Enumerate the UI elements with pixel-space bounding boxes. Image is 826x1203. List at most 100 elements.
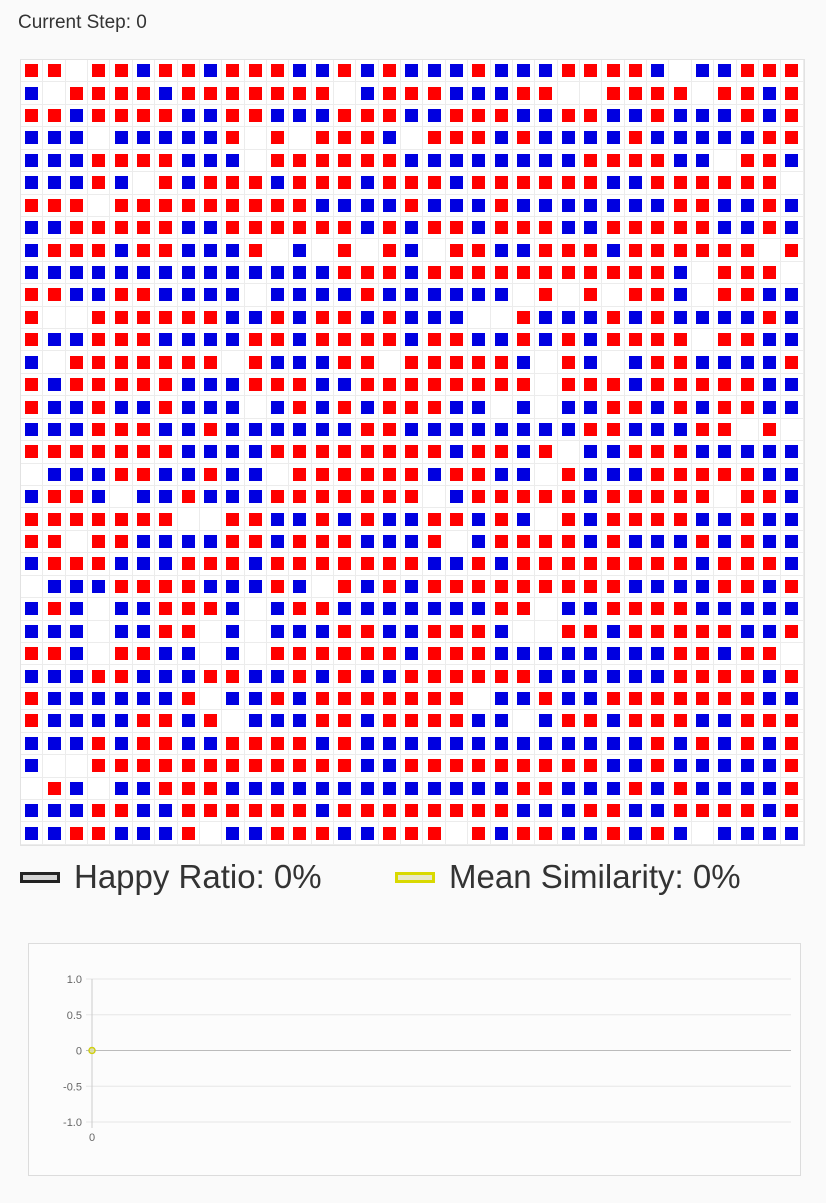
red-agent — [92, 535, 106, 549]
grid-cell — [244, 104, 267, 128]
grid-cell — [110, 172, 133, 195]
blue-agent — [136, 781, 150, 795]
grid-cell — [289, 665, 312, 688]
grid-cell — [781, 172, 804, 195]
grid-cell — [401, 665, 424, 688]
blue-agent — [763, 669, 777, 683]
grid-cell — [714, 710, 737, 733]
grid-cell — [445, 687, 469, 711]
grid-cell — [378, 822, 402, 845]
grid-cell — [512, 149, 536, 173]
legend-item-happy-ratio[interactable]: Happy Ratio: 0% — [20, 858, 322, 896]
red-agent — [248, 109, 262, 123]
grid-cell — [423, 642, 446, 666]
blue-agent — [427, 153, 441, 167]
grid-cell — [557, 216, 580, 240]
red-agent — [338, 64, 352, 78]
red-agent — [271, 490, 285, 504]
grid-cell — [691, 665, 715, 688]
blue-agent — [763, 288, 777, 302]
red-agent — [740, 692, 754, 706]
grid-cell — [266, 127, 290, 150]
grid-cell — [691, 755, 715, 778]
blue-agent — [494, 422, 508, 436]
blue-agent — [204, 64, 218, 78]
grid-cell — [222, 463, 245, 487]
y-tick-label: 1.0 — [67, 974, 82, 986]
blue-agent — [226, 422, 240, 436]
grid-cell — [311, 351, 335, 374]
blue-agent — [450, 153, 463, 167]
grid-cell — [21, 598, 44, 621]
red-agent — [651, 153, 665, 167]
grid-cell — [266, 172, 290, 195]
grid-cell — [736, 60, 759, 83]
blue-agent — [181, 333, 195, 347]
grid-cell — [289, 755, 312, 778]
grid-cell — [43, 172, 66, 195]
grid-cell — [647, 441, 670, 464]
red-agent — [360, 422, 374, 436]
grid-cell — [736, 665, 759, 688]
grid-cell — [714, 463, 737, 487]
blue-agent — [47, 826, 61, 840]
grid-cell — [691, 127, 715, 150]
grid-cell — [266, 530, 290, 554]
red-agent — [673, 86, 687, 100]
grid-cell — [334, 777, 357, 800]
grid-cell — [781, 418, 804, 442]
red-agent — [561, 467, 575, 481]
grid-cell — [177, 194, 200, 217]
grid-cell — [65, 486, 89, 509]
grid-cell — [155, 486, 178, 509]
blue-agent — [740, 602, 754, 616]
grid-cell — [356, 306, 379, 330]
grid-cell — [714, 239, 737, 262]
red-agent — [561, 176, 575, 190]
grid-cell — [177, 687, 200, 711]
red-agent — [25, 378, 39, 392]
grid-cell — [624, 665, 648, 688]
grid-cell — [110, 755, 133, 778]
red-agent — [47, 557, 61, 571]
grid-cell — [691, 508, 715, 531]
grid-cell — [311, 172, 335, 195]
grid-cell — [132, 194, 156, 217]
grid-cell — [155, 665, 178, 688]
red-agent — [450, 109, 463, 123]
red-agent — [673, 445, 687, 459]
grid-cell — [289, 284, 312, 307]
red-agent — [763, 422, 777, 436]
grid-cell — [311, 799, 335, 823]
grid-cell — [535, 441, 558, 464]
grid-cell — [423, 396, 446, 419]
grid-cell — [423, 418, 446, 442]
blue-agent — [584, 445, 598, 459]
grid-cell — [512, 396, 536, 419]
blue-agent — [472, 512, 486, 526]
red-agent — [472, 445, 486, 459]
grid-cell — [557, 418, 580, 442]
red-agent — [248, 243, 262, 257]
red-agent — [136, 467, 150, 481]
red-agent — [606, 602, 620, 616]
blue-agent — [472, 781, 486, 795]
grid-cell — [758, 598, 782, 621]
red-agent — [360, 153, 374, 167]
red-agent — [159, 310, 173, 324]
grid-cell — [88, 710, 111, 733]
red-agent — [539, 826, 553, 840]
grid-cell — [758, 60, 782, 83]
grid-cell — [110, 463, 133, 487]
blue-agent — [204, 736, 218, 750]
red-agent — [450, 131, 463, 145]
grid-cell — [356, 665, 379, 688]
blue-agent — [226, 333, 240, 347]
grid-cell — [110, 261, 133, 285]
grid-cell — [423, 104, 446, 128]
legend-item-mean-similarity[interactable]: Mean Similarity: 0% — [395, 858, 741, 896]
grid-cell — [647, 732, 670, 756]
blue-agent — [159, 804, 173, 818]
grid-cell — [311, 508, 335, 531]
grid-cell — [401, 463, 424, 487]
